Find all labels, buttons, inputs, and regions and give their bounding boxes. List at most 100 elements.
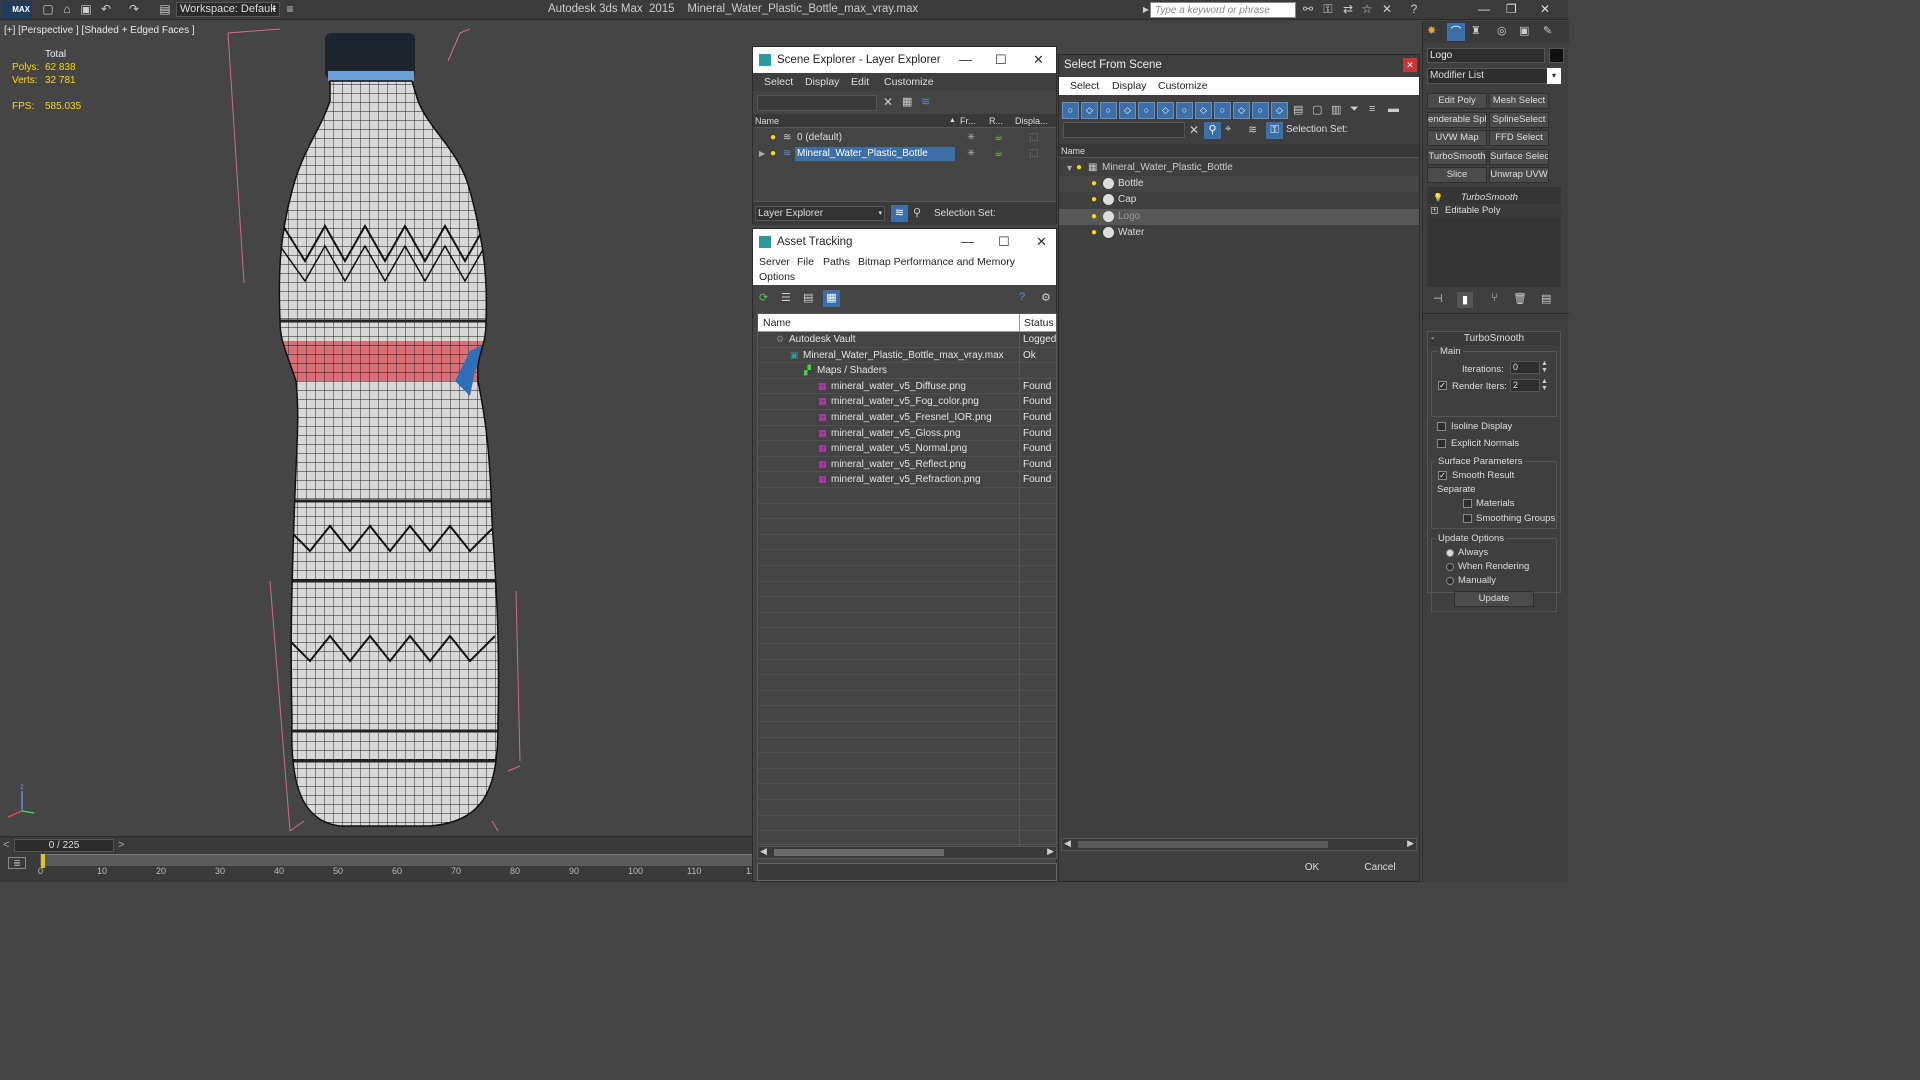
smoothing-groups-checkbox[interactable] [1463, 514, 1472, 523]
create-tab-icon[interactable]: ✸ [1427, 24, 1436, 37]
asset-row[interactable] [758, 504, 1056, 520]
asset-row[interactable] [758, 535, 1056, 551]
time-slider[interactable]: 0 / 225 [14, 839, 114, 852]
close-icon[interactable]: ✕ [1403, 58, 1417, 72]
freeze-icon[interactable]: ✳ [967, 146, 975, 162]
cameras-filter-icon[interactable]: ◇ [1119, 102, 1136, 119]
spacewarps-filter-icon[interactable]: ◇ [1157, 102, 1174, 119]
bulb-icon[interactable]: ● [770, 130, 776, 146]
new-file-icon[interactable]: ▢ [40, 2, 56, 17]
col-render[interactable]: R... [989, 114, 1003, 128]
open-file-icon[interactable]: ⌂ [59, 2, 75, 17]
always-radio[interactable] [1446, 549, 1454, 557]
asset-row[interactable]: ▦ mineral_water_v5_Gloss.png Found [758, 426, 1056, 442]
modifier-list-dropdown[interactable]: Modifier List ▾ [1427, 68, 1561, 84]
project-folder-icon[interactable]: ▤ [157, 2, 173, 17]
list-view-icon[interactable]: ☰ [781, 291, 791, 304]
make-unique-icon[interactable]: ⑂ [1491, 292, 1498, 304]
workspace-dropdown[interactable]: Workspace: Default ▾ [176, 2, 280, 17]
helpers-filter-icon[interactable]: ○ [1138, 102, 1155, 119]
asset-row[interactable] [758, 519, 1056, 535]
bulb-icon[interactable]: 💡 [1433, 191, 1443, 204]
configure-sets-icon[interactable]: ▤ [1541, 292, 1551, 305]
filter-funnel-icon[interactable]: ⏷ [1350, 103, 1359, 116]
col-freeze[interactable]: Fr... [960, 114, 976, 128]
menu-select[interactable]: Select [1070, 77, 1099, 95]
asset-row[interactable] [758, 660, 1056, 676]
anim-key-icon[interactable]: ≣ [8, 857, 26, 869]
layer-tools-icon[interactable]: ≋ [921, 95, 930, 108]
asset-row[interactable]: ▦ mineral_water_v5_Reflect.png Found [758, 457, 1056, 473]
asset-row[interactable] [758, 738, 1056, 754]
menu-file[interactable]: File [797, 253, 814, 271]
asset-row[interactable] [758, 644, 1056, 660]
bulb-icon[interactable]: ● [1076, 160, 1082, 176]
asset-row[interactable] [758, 628, 1056, 644]
clear-search-icon[interactable]: ✕ [1189, 123, 1199, 137]
asset-row[interactable] [758, 722, 1056, 738]
iterations-spinner[interactable]: 0 [1510, 361, 1540, 374]
invert-display-icon[interactable]: ▥ [1331, 103, 1341, 116]
frozen-filter-icon[interactable]: ○ [1252, 102, 1269, 119]
app-logo[interactable]: MAX [2, 1, 32, 19]
col-status[interactable]: Status [1024, 314, 1054, 332]
pin-stack-icon[interactable]: ⊣ [1433, 292, 1443, 305]
utilities-tab-icon[interactable]: ✎ [1543, 24, 1552, 37]
minimize-icon[interactable]: — [961, 229, 974, 255]
menu-bitmap-performance[interactable]: Bitmap Performance and Memory [858, 253, 1015, 271]
scroll-right-icon[interactable]: ▶ [1047, 846, 1054, 857]
asset-horizontal-scrollbar[interactable]: ◀ ▶ [757, 846, 1057, 859]
asset-row[interactable] [758, 550, 1056, 566]
asset-tracking-titlebar[interactable]: Asset Tracking — ☐ ✕ [753, 229, 1056, 255]
asset-row[interactable] [758, 488, 1056, 504]
asset-row[interactable]: ▦ mineral_water_v5_Refraction.png Found [758, 472, 1056, 488]
hierarchy-tools-icon[interactable]: ⌖ [1225, 123, 1231, 136]
materials-checkbox[interactable] [1463, 499, 1472, 508]
asset-row[interactable] [758, 582, 1056, 598]
tree-child-row[interactable]: ● Bottle [1059, 176, 1419, 192]
display-all-icon[interactable]: ▤ [1293, 103, 1303, 116]
manually-radio[interactable] [1446, 577, 1454, 585]
smooth-result-checkbox[interactable]: ✓ [1438, 471, 1447, 480]
close-icon[interactable]: ✕ [1540, 2, 1550, 16]
asset-row[interactable]: ▣ Mineral_Water_Plastic_Bottle_max_vray.m… [758, 348, 1056, 364]
modifier-button-splineselect[interactable]: SplineSelect [1489, 111, 1549, 128]
scene-explorer-search[interactable] [757, 95, 877, 111]
minimize-icon[interactable]: — [959, 47, 972, 73]
bulb-icon[interactable]: ● [1091, 192, 1097, 208]
menu-customize[interactable]: Customize [1158, 77, 1208, 95]
select-children-icon[interactable]: ≡ [1369, 103, 1375, 115]
modifier-button-turbosmooth[interactable]: TurboSmooth [1427, 148, 1487, 165]
sfs-column-header[interactable]: Name [1059, 144, 1419, 158]
asset-row[interactable] [758, 769, 1056, 785]
perspective-viewport[interactable]: [+] [Perspective ] [Shaded + Edged Faces… [0, 21, 752, 836]
prev-frame-button[interactable]: < [3, 839, 9, 851]
display-icon[interactable]: ⬚ [1029, 146, 1038, 162]
modifier-button-edit-poly[interactable]: Edit Poly [1427, 93, 1487, 109]
asset-row[interactable] [758, 816, 1056, 832]
modifier-button-slice[interactable]: Slice [1427, 167, 1487, 184]
timeline-ruler[interactable] [40, 854, 752, 866]
redo-icon[interactable]: ↷ [126, 2, 142, 17]
scroll-left-icon[interactable]: ◀ [1064, 838, 1071, 849]
when-rendering-radio[interactable] [1446, 563, 1454, 571]
asset-row[interactable] [758, 613, 1056, 629]
tree-child-row[interactable]: ● Logo [1059, 208, 1419, 225]
collapse-icon[interactable]: ▼ [1065, 160, 1074, 176]
sfs-search-input[interactable] [1063, 122, 1185, 138]
asset-row[interactable]: ▦ mineral_water_v5_Fresnel_IOR.png Found [758, 410, 1056, 426]
modifier-button-enderable-spli[interactable]: enderable Spli [1427, 111, 1487, 128]
asset-row[interactable] [758, 706, 1056, 722]
object-color-swatch[interactable] [1549, 48, 1564, 63]
search-input[interactable]: Type a keyword or phrase [1150, 2, 1296, 18]
col-display[interactable]: Displa... [1015, 114, 1048, 128]
asset-row[interactable]: ▦ mineral_water_v5_Diffuse.png Found [758, 379, 1056, 395]
hidden-filter-icon[interactable]: ◇ [1271, 102, 1288, 119]
asset-row[interactable]: ⚙ Autodesk Vault Logged [758, 332, 1056, 348]
motion-tab-icon[interactable]: ◎ [1497, 24, 1507, 37]
hierarchy-tab-icon[interactable]: ♜ [1471, 24, 1481, 37]
col-name[interactable]: Name [755, 114, 779, 128]
minimize-icon[interactable]: — [1478, 2, 1490, 16]
render-teapot-icon[interactable]: ☕ [994, 146, 1003, 162]
explorer-type-dropdown[interactable]: Layer Explorer ▾ [755, 206, 885, 221]
